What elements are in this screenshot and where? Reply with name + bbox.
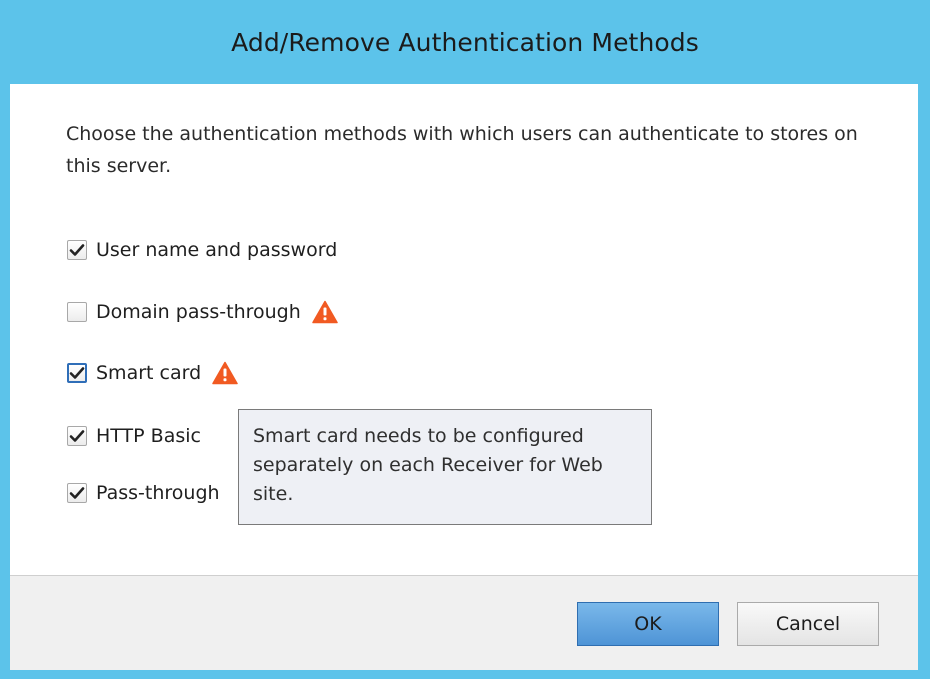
option-pass-through[interactable]: Pass-through	[67, 480, 220, 506]
user-name-and-password-label: User name and password	[96, 239, 338, 261]
option-user-name-and-password[interactable]: User name and password	[67, 237, 337, 263]
option-http-basic[interactable]: HTTP Basic	[67, 423, 201, 449]
checkmark-icon	[69, 244, 85, 256]
user-name-and-password-checkbox[interactable]	[67, 240, 87, 260]
warning-icon[interactable]	[312, 300, 338, 324]
cancel-button[interactable]: Cancel	[737, 602, 879, 646]
dialog-footer: OK Cancel	[10, 575, 918, 670]
smart-card-tooltip: Smart card needs to be configured separa…	[238, 409, 652, 525]
http-basic-checkbox[interactable]	[67, 426, 87, 446]
checkmark-icon	[69, 487, 85, 499]
smart-card-label: Smart card	[96, 362, 202, 384]
smart-card-checkbox[interactable]	[67, 363, 87, 383]
http-basic-label: HTTP Basic	[96, 425, 201, 447]
authentication-methods-dialog: Add/Remove Authentication Methods Choose…	[0, 0, 930, 679]
dialog-content: Choose the authentication methods with w…	[10, 84, 918, 670]
warning-icon[interactable]	[212, 361, 238, 385]
pass-through-checkbox[interactable]	[67, 483, 87, 503]
pass-through-label: Pass-through	[96, 482, 220, 504]
option-domain-pass-through[interactable]: Domain pass-through	[67, 299, 338, 325]
checkmark-icon	[69, 430, 85, 442]
option-smart-card[interactable]: Smart card	[67, 360, 238, 386]
dialog-title: Add/Remove Authentication Methods	[231, 27, 699, 57]
domain-pass-through-label: Domain pass-through	[96, 301, 301, 323]
ok-button[interactable]: OK	[577, 602, 719, 646]
domain-pass-through-checkbox[interactable]	[67, 302, 87, 322]
checkmark-icon	[69, 367, 85, 379]
dialog-description: Choose the authentication methods with w…	[66, 123, 858, 177]
